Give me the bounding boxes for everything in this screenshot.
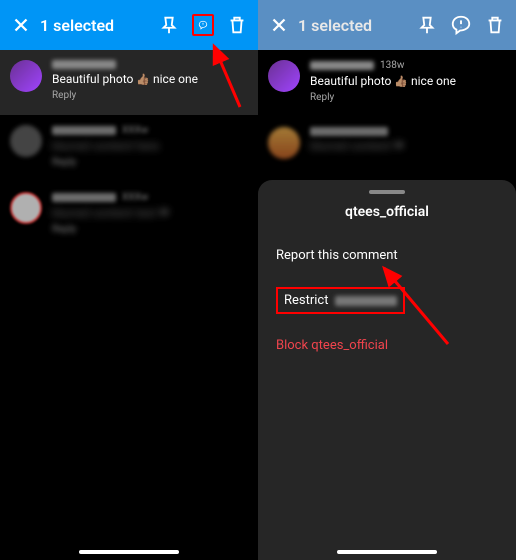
- header-actions: [158, 14, 248, 36]
- trash-icon[interactable]: [226, 14, 248, 36]
- thumbs-up-icon: 👍🏽: [136, 73, 150, 86]
- reply-link-blur[interactable]: Reply: [52, 224, 248, 235]
- comment-text: Beautiful photo 👍🏽 nice one: [52, 72, 248, 86]
- comment-head: [52, 60, 248, 69]
- header-title: 1 selected: [298, 16, 408, 35]
- comment-content: Beautiful photo 👍🏽 nice one Reply: [52, 60, 248, 101]
- username-redacted: [310, 61, 374, 70]
- restrict-label: Restrict: [284, 293, 329, 308]
- close-icon[interactable]: [10, 14, 32, 36]
- comment-text: Beautiful photo 👍🏽 nice one: [310, 74, 506, 88]
- grabber-handle[interactable]: [369, 190, 405, 194]
- home-indicator: [79, 550, 179, 554]
- comment-content: XXXw blurred content here Reply: [52, 125, 248, 168]
- timestamp: 138w: [380, 60, 404, 71]
- selection-header: 1 selected: [0, 0, 258, 50]
- report-icon-highlighted[interactable]: [192, 14, 214, 36]
- screen-right: 1 selected 138w Beautiful photo 👍🏽 nice …: [258, 0, 516, 560]
- block-user-item[interactable]: Block qtees_official: [276, 326, 498, 365]
- comment-row-selected[interactable]: Beautiful photo 👍🏽 nice one Reply: [0, 50, 258, 115]
- avatar[interactable]: [10, 192, 42, 224]
- restrict-highlight: Restrict: [276, 287, 405, 314]
- comment-content: blurred content ❤: [310, 127, 506, 153]
- reply-link-blur[interactable]: Reply: [52, 157, 248, 168]
- comment-content: 138w Beautiful photo 👍🏽 nice one Reply: [310, 60, 506, 103]
- reply-link[interactable]: Reply: [310, 92, 506, 103]
- screen-left: 1 selected Beautiful photo 👍🏽 nice one R…: [0, 0, 258, 560]
- reply-link[interactable]: Reply: [52, 90, 248, 101]
- username-redacted: [52, 126, 116, 135]
- comment-text-part1: Beautiful photo: [310, 74, 394, 88]
- comment-row-blurred[interactable]: blurred content ❤: [258, 117, 516, 173]
- avatar[interactable]: [268, 127, 300, 159]
- comment-row-blurred[interactable]: XXXw blurred content here Reply: [0, 115, 258, 182]
- restrict-username-redacted: [335, 296, 397, 306]
- comment-row[interactable]: 138w Beautiful photo 👍🏽 nice one Reply: [258, 50, 516, 117]
- pin-icon[interactable]: [158, 14, 180, 36]
- restrict-user-item[interactable]: Restrict: [276, 275, 498, 326]
- trash-icon[interactable]: [484, 14, 506, 36]
- timestamp-blur: XXXw: [122, 192, 148, 203]
- comment-content: XXXw blurred content text ❤ Reply: [52, 192, 248, 235]
- report-comment-item[interactable]: Report this comment: [276, 236, 498, 275]
- comment-text-part1: Beautiful photo: [52, 72, 136, 86]
- comment-body-blur: blurred content here: [52, 139, 248, 153]
- timestamp-blur: XXXw: [122, 125, 148, 136]
- selection-header: 1 selected: [258, 0, 516, 50]
- comment-head: 138w: [310, 60, 506, 71]
- comment-row-blurred[interactable]: XXXw blurred content text ❤ Reply: [0, 182, 258, 249]
- avatar[interactable]: [10, 125, 42, 157]
- pin-icon[interactable]: [416, 14, 438, 36]
- comment-body-blur: blurred content ❤: [310, 139, 506, 153]
- username-redacted: [310, 127, 388, 136]
- username-redacted: [52, 193, 116, 202]
- header-actions: [416, 14, 506, 36]
- action-sheet: qtees_official Report this comment Restr…: [258, 180, 516, 560]
- sheet-title: qtees_official: [276, 204, 498, 236]
- comment-text-part2: nice one: [150, 72, 198, 86]
- header-title: 1 selected: [40, 16, 150, 35]
- close-icon[interactable]: [268, 14, 290, 36]
- comment-body-blur: blurred content text ❤: [52, 206, 248, 220]
- report-icon[interactable]: [450, 14, 472, 36]
- comment-text-part2: nice one: [408, 74, 456, 88]
- thumbs-up-icon: 👍🏽: [394, 75, 408, 88]
- avatar[interactable]: [268, 60, 300, 92]
- username-redacted: [52, 60, 116, 69]
- avatar[interactable]: [10, 60, 42, 92]
- home-indicator: [337, 550, 437, 554]
